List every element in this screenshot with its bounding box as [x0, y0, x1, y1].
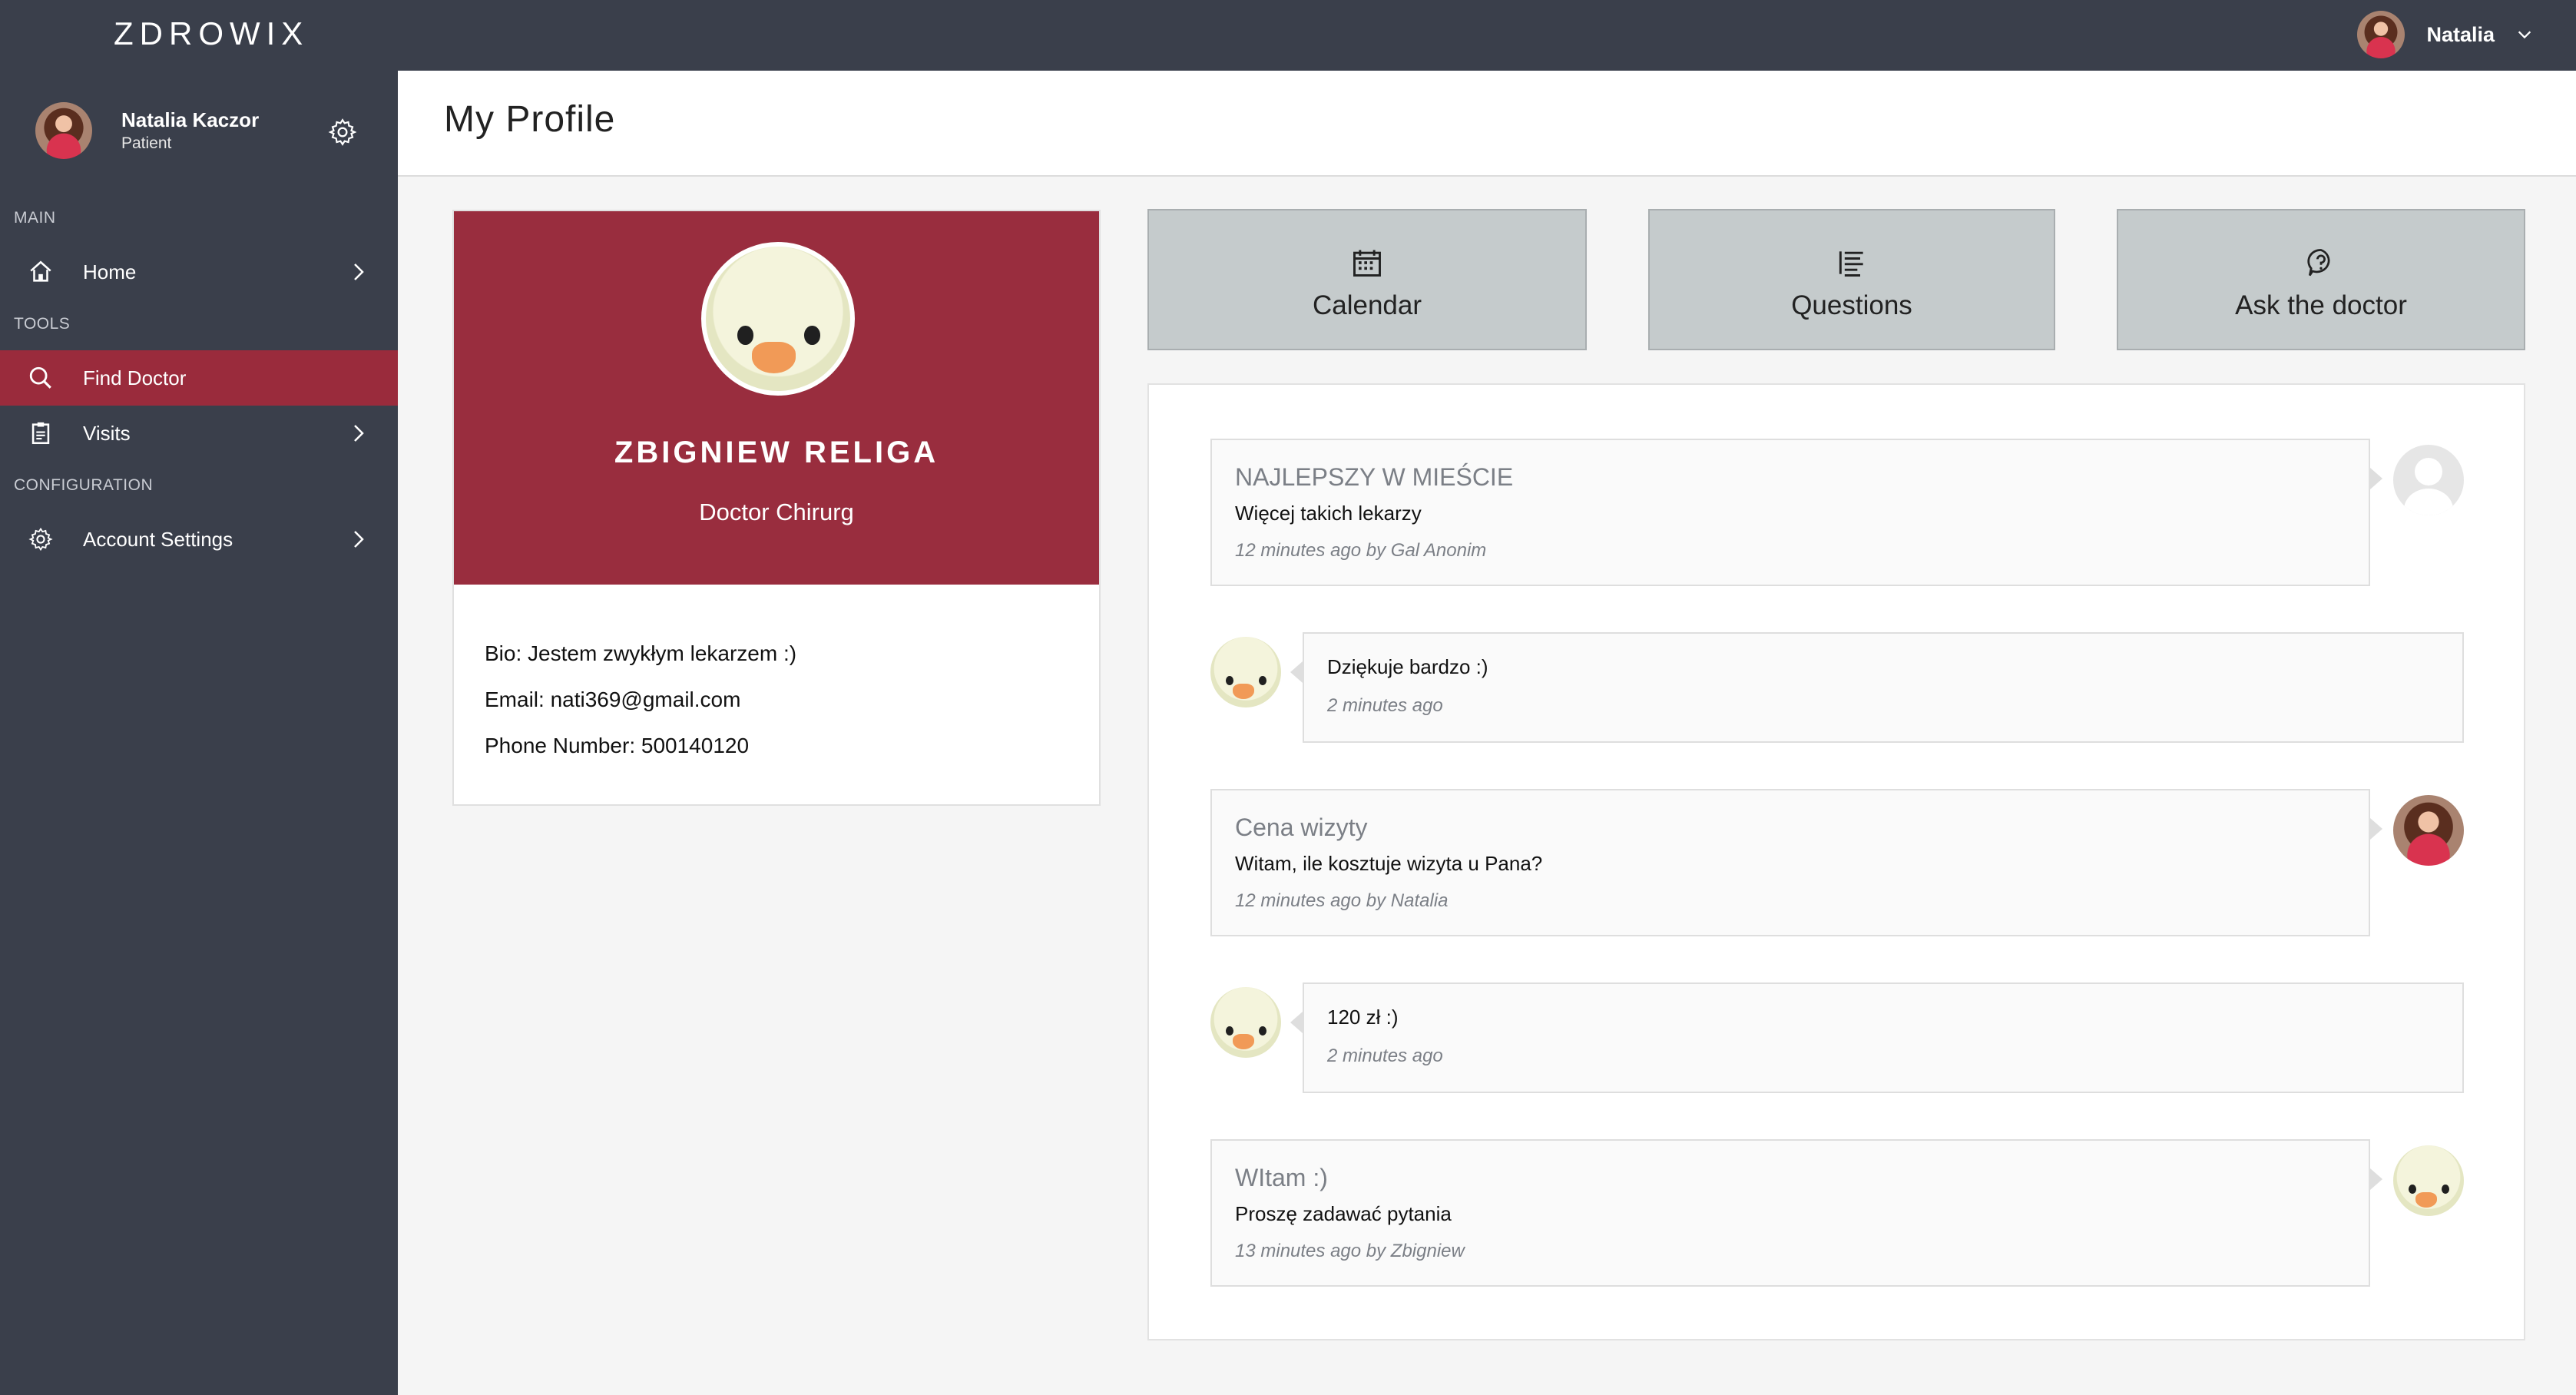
sidebar-item-visits[interactable]: Visits	[0, 406, 398, 461]
doctor-avatar	[1210, 637, 1281, 707]
search-icon	[29, 366, 51, 389]
message-text: Proszę zadawać pytania	[1235, 1202, 1452, 1225]
sidebar-user-text: Natalia Kaczor Patient	[121, 107, 259, 154]
reply-meta: 2 minutes ago	[1327, 1045, 1443, 1066]
message-meta: 13 minutes ago by Zbigniew	[1235, 1241, 1465, 1261]
message-meta: 12 minutes ago by Gal Anonim	[1235, 540, 1487, 561]
doctor-avatar	[2393, 1145, 2464, 1216]
clipboard-icon	[31, 422, 50, 445]
calendar-label: Calendar	[1312, 290, 1422, 320]
message-title: NAJLEPSZY W MIEŚCIE	[1235, 463, 1514, 491]
doctor-avatar	[1210, 987, 1281, 1058]
gear-icon[interactable]	[327, 117, 358, 147]
calendar-icon	[1353, 250, 1381, 277]
profile-info: Bio: Jestem zwykłym lekarzem :) Email: n…	[485, 631, 796, 769]
message-text: Witam, ile kosztuje wizyta u Pana?	[1235, 852, 1543, 875]
sidebar-user-role: Patient	[121, 134, 172, 152]
chevron-right-icon	[354, 263, 364, 280]
doctor-avatar	[701, 242, 855, 396]
section-main: MAIN	[14, 209, 56, 227]
page-title: My Profile	[444, 99, 616, 140]
message-text: Więcej takich lekarzy	[1235, 502, 1422, 525]
user-menu[interactable]: Natalia	[2357, 9, 2533, 60]
reply-text: Dziękuje bardzo :)	[1327, 655, 1488, 678]
ask-the-doctor-button[interactable]: Ask the doctor	[2117, 209, 2525, 350]
sidebar-item-label: Home	[83, 260, 137, 283]
doctor-name: ZBIGNIEW RELIGA	[614, 436, 939, 469]
sidebar: Natalia Kaczor Patient MAIN Home TOOLS F…	[0, 71, 398, 1395]
reply-item: Dziękuje bardzo :) 2 minutes ago	[1290, 632, 2464, 743]
chevron-down-icon[interactable]	[2516, 26, 2533, 43]
ask-label: Ask the doctor	[2235, 290, 2407, 320]
sidebar-item-label: Find Doctor	[83, 366, 187, 389]
message-title: WItam :)	[1235, 1164, 1328, 1191]
message-item: WItam :) Proszę zadawać pytania 13 minut…	[1210, 1139, 2382, 1287]
questions-button[interactable]: Questions	[1648, 209, 2055, 350]
reply-item: 120 zł :) 2 minutes ago	[1290, 982, 2464, 1093]
profile-email: Email: nati369@gmail.com	[485, 688, 741, 711]
messages-panel: NAJLEPSZY W MIEŚCIE Więcej takich lekarz…	[1147, 383, 2525, 1340]
profile-phone: Phone Number: 500140120	[485, 734, 750, 757]
calendar-button[interactable]: Calendar	[1147, 209, 1587, 350]
sidebar-user: Natalia Kaczor Patient	[35, 100, 373, 161]
brand-logo[interactable]: ZDROWIX	[114, 14, 309, 54]
sidebar-item-account-settings[interactable]: Account Settings	[0, 512, 398, 567]
home-icon	[30, 260, 51, 282]
list-icon	[1839, 251, 1863, 277]
profile-card: ZBIGNIEW RELIGA Doctor Chirurg Bio: Jest…	[452, 210, 1101, 806]
reply-text: 120 zł :)	[1327, 1006, 1399, 1029]
sidebar-user-name: Natalia Kaczor	[121, 108, 260, 131]
questions-label: Questions	[1791, 290, 1912, 320]
top-bar: ZDROWIX Natalia	[0, 0, 2576, 71]
question-bubble-icon	[2307, 249, 2330, 277]
page-header: My Profile	[398, 71, 2576, 177]
message-meta: 12 minutes ago by Natalia	[1235, 890, 1449, 911]
reply-meta: 2 minutes ago	[1327, 695, 1443, 716]
patient-avatar	[2393, 795, 2464, 866]
sidebar-item-home[interactable]: Home	[0, 244, 398, 300]
profile-header: ZBIGNIEW RELIGA Doctor Chirurg	[454, 211, 1099, 585]
profile-bio: Bio: Jestem zwykłym lekarzem :)	[485, 641, 797, 665]
sidebar-item-label: Account Settings	[83, 527, 233, 551]
sidebar-item-label: Visits	[83, 421, 131, 445]
chevron-right-icon	[354, 531, 364, 548]
anonymous-avatar	[2393, 445, 2464, 515]
chevron-right-icon	[354, 425, 364, 442]
message-item: NAJLEPSZY W MIEŚCIE Więcej takich lekarz…	[1210, 439, 2382, 586]
section-tools: TOOLS	[14, 315, 71, 333]
user-menu-name[interactable]: Natalia	[2426, 23, 2495, 47]
sidebar-avatar	[35, 102, 92, 159]
section-configuration: CONFIGURATION	[14, 476, 154, 494]
doctor-specialty: Doctor Chirurg	[699, 499, 854, 525]
user-avatar[interactable]	[2357, 11, 2405, 58]
message-title: Cena wizyty	[1235, 813, 1368, 841]
sidebar-item-find-doctor[interactable]: Find Doctor	[0, 350, 398, 406]
message-item: Cena wizyty Witam, ile kosztuje wizyta u…	[1210, 789, 2382, 936]
gear-icon	[28, 527, 53, 552]
